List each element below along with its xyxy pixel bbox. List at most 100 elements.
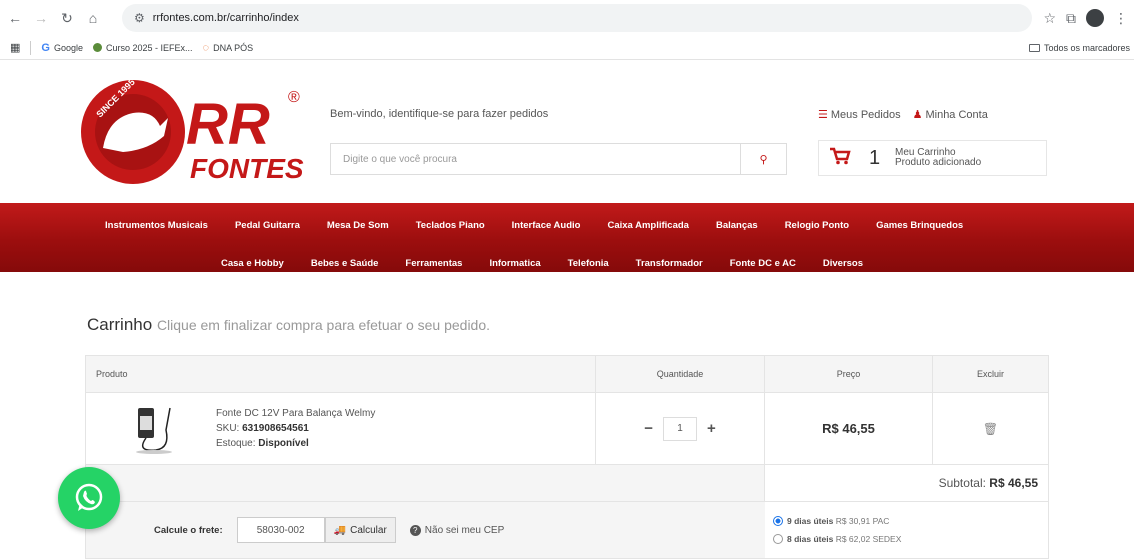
product-cell: Fonte DC 12V Para Balança Welmy SKU: 631…	[86, 393, 596, 464]
calculate-label: Calcular	[350, 524, 387, 536]
remove-cell: 🗑	[933, 393, 1048, 464]
bookmark-google[interactable]: G Google	[41, 42, 83, 54]
radio-pac[interactable]	[773, 516, 783, 526]
apps-icon[interactable]: ▦	[10, 41, 20, 54]
cep-input[interactable]: 58030-002	[236, 517, 325, 543]
subtotal-value: R$ 46,55	[989, 476, 1038, 490]
table-row: Fonte DC 12V Para Balança Welmy SKU: 631…	[86, 393, 1048, 465]
category-link[interactable]: Instrumentos Musicais	[105, 220, 208, 231]
logo-rr-text: RR	[186, 92, 270, 157]
question-icon: ?	[409, 524, 421, 536]
all-bookmarks[interactable]: Todos os marcadores	[1028, 36, 1130, 60]
sku-value: 631908654561	[242, 423, 309, 434]
bookmarks-divider	[30, 40, 32, 55]
my-orders-link[interactable]: ☰ Meus Pedidos	[818, 108, 901, 121]
search-button[interactable]: ⚲	[740, 144, 786, 174]
extensions-icon[interactable]: ⧉	[1066, 10, 1076, 27]
my-account-label: Minha Conta	[925, 109, 988, 121]
category-link[interactable]: Fonte DC e AC	[730, 258, 796, 269]
reload-icon[interactable]: ↻	[56, 7, 78, 29]
cart-count: 1	[869, 146, 881, 169]
search-input[interactable]: Digite o que você procura	[331, 144, 740, 174]
list-icon: ☰	[818, 109, 828, 121]
category-link[interactable]: Ferramentas	[405, 258, 462, 269]
welcome-text[interactable]: Bem-vindo, identifique-se para fazer ped…	[330, 108, 548, 120]
url-text: rrfontes.com.br/carrinho/index	[152, 12, 299, 24]
bookmark-curso[interactable]: Curso 2025 - IEFEx...	[93, 43, 193, 53]
product-image[interactable]	[126, 400, 184, 458]
header-product: Produto	[86, 356, 596, 392]
calculate-button[interactable]: 🚚 Calcular	[324, 517, 396, 543]
truck-icon: 🚚	[333, 524, 347, 536]
category-link[interactable]: Informatica	[489, 258, 540, 269]
bookmark-star-icon[interactable]: ☆	[1043, 10, 1056, 27]
bookmark-label: Google	[53, 42, 83, 53]
trash-icon[interactable]: 🗑	[983, 422, 998, 436]
pac-price: R$ 30,91	[835, 516, 871, 526]
cart-table: Produto Quantidade Preço Excluir Fonte D…	[85, 355, 1049, 559]
unknown-cep-link[interactable]: ? Não sei meu CEP	[409, 524, 505, 536]
category-link[interactable]: Caixa Amplificada	[607, 220, 688, 231]
bookmark-label: DNA PÓS	[213, 42, 254, 53]
dna-icon: ◌	[202, 41, 210, 54]
back-icon[interactable]: ←	[4, 7, 26, 29]
registered-mark: ®	[288, 89, 300, 106]
site-settings-icon[interactable]: ⚙	[134, 11, 145, 25]
category-link[interactable]: Bebes e Saúde	[311, 258, 379, 269]
category-link[interactable]: Teclados Piano	[416, 220, 485, 231]
quantity-input[interactable]: 1	[663, 416, 697, 441]
category-link[interactable]: Casa e Hobby	[221, 258, 284, 269]
account-links: ☰ Meus Pedidos ♟ Minha Conta	[818, 108, 988, 121]
unknown-cep-label: Não sei meu CEP	[424, 524, 505, 536]
browser-toolbar: ← → ↻ ⌂ ⚙ rrfontes.com.br/carrinho/index…	[0, 0, 1134, 36]
pac-service: PAC	[872, 516, 890, 526]
category-link[interactable]: Transformador	[636, 258, 703, 269]
whatsapp-icon	[75, 483, 103, 511]
whatsapp-button[interactable]	[58, 467, 120, 529]
category-link[interactable]: Relogio Ponto	[785, 220, 849, 231]
category-link[interactable]: Interface Audio	[512, 220, 581, 231]
sku-label: SKU:	[216, 423, 240, 434]
product-name[interactable]: Fonte DC 12V Para Balança Welmy	[216, 406, 375, 421]
sedex-days: 8 dias úteis	[787, 534, 834, 544]
home-icon[interactable]: ⌂	[82, 7, 104, 29]
mini-cart[interactable]: 1 Meu Carrinho Produto adicionado	[818, 140, 1047, 176]
my-account-link[interactable]: ♟ Minha Conta	[913, 108, 988, 121]
bookmarks-bar: ▦ G Google Curso 2025 - IEFEx... ◌ DNA PÓS…	[0, 36, 1134, 60]
header-quantity: Quantidade	[596, 356, 765, 392]
subtotal-label: Subtotal:	[938, 476, 986, 490]
forward-icon[interactable]: →	[30, 7, 52, 29]
category-link[interactable]: Diversos	[823, 258, 863, 269]
category-link[interactable]: Pedal Guitarra	[235, 220, 300, 231]
increase-qty-button[interactable]: +	[707, 420, 716, 437]
google-icon: G	[41, 41, 50, 54]
search-icon: ⚲	[759, 153, 768, 166]
bookmark-dna[interactable]: ◌ DNA PÓS	[203, 42, 254, 54]
table-header: Produto Quantidade Preço Excluir	[86, 356, 1048, 393]
rr-fontes-logo[interactable]: SINCE 1995 RR FONTES ®	[78, 78, 308, 186]
subtotal-row: Subtotal: R$ 46,55	[86, 465, 1048, 502]
pac-days: 9 dias úteis	[787, 516, 834, 526]
category-link[interactable]: Balanças	[716, 220, 758, 231]
decrease-qty-button[interactable]: −	[644, 420, 653, 437]
category-link[interactable]: Mesa De Som	[327, 220, 389, 231]
radio-sedex[interactable]	[773, 534, 783, 544]
freight-row: Calcule o frete: 58030-002 🚚 Calcular ? …	[86, 502, 1048, 558]
shipping-option-pac[interactable]: 9 dias úteis R$ 30,91 PAC	[773, 512, 901, 530]
shipping-options: 9 dias úteis R$ 30,91 PAC 8 dias úteis R…	[773, 512, 901, 548]
profile-avatar[interactable]	[1086, 9, 1104, 27]
product-sku: SKU: 631908654561	[216, 421, 375, 436]
category-link[interactable]: Games Brinquedos	[876, 220, 963, 231]
stock-value: Disponível	[258, 438, 309, 449]
folder-icon	[1028, 44, 1040, 52]
category-link[interactable]: Telefonia	[568, 258, 609, 269]
shipping-option-sedex[interactable]: 8 dias úteis R$ 62,02 SEDEX	[773, 530, 901, 548]
cart-heading: Carrinho	[87, 315, 153, 334]
menu-icon[interactable]: ⋮	[1114, 10, 1128, 27]
my-orders-label: Meus Pedidos	[830, 109, 901, 121]
item-price: R$ 46,55	[822, 421, 875, 436]
address-bar[interactable]: ⚙ rrfontes.com.br/carrinho/index	[122, 4, 1032, 32]
category-nav: Instrumentos Musicais Pedal Guitarra Mesa …	[0, 203, 1134, 272]
stock-label: Estoque:	[216, 438, 256, 449]
page-title: Carrinho Clique em finalizar compra para…	[87, 315, 490, 335]
